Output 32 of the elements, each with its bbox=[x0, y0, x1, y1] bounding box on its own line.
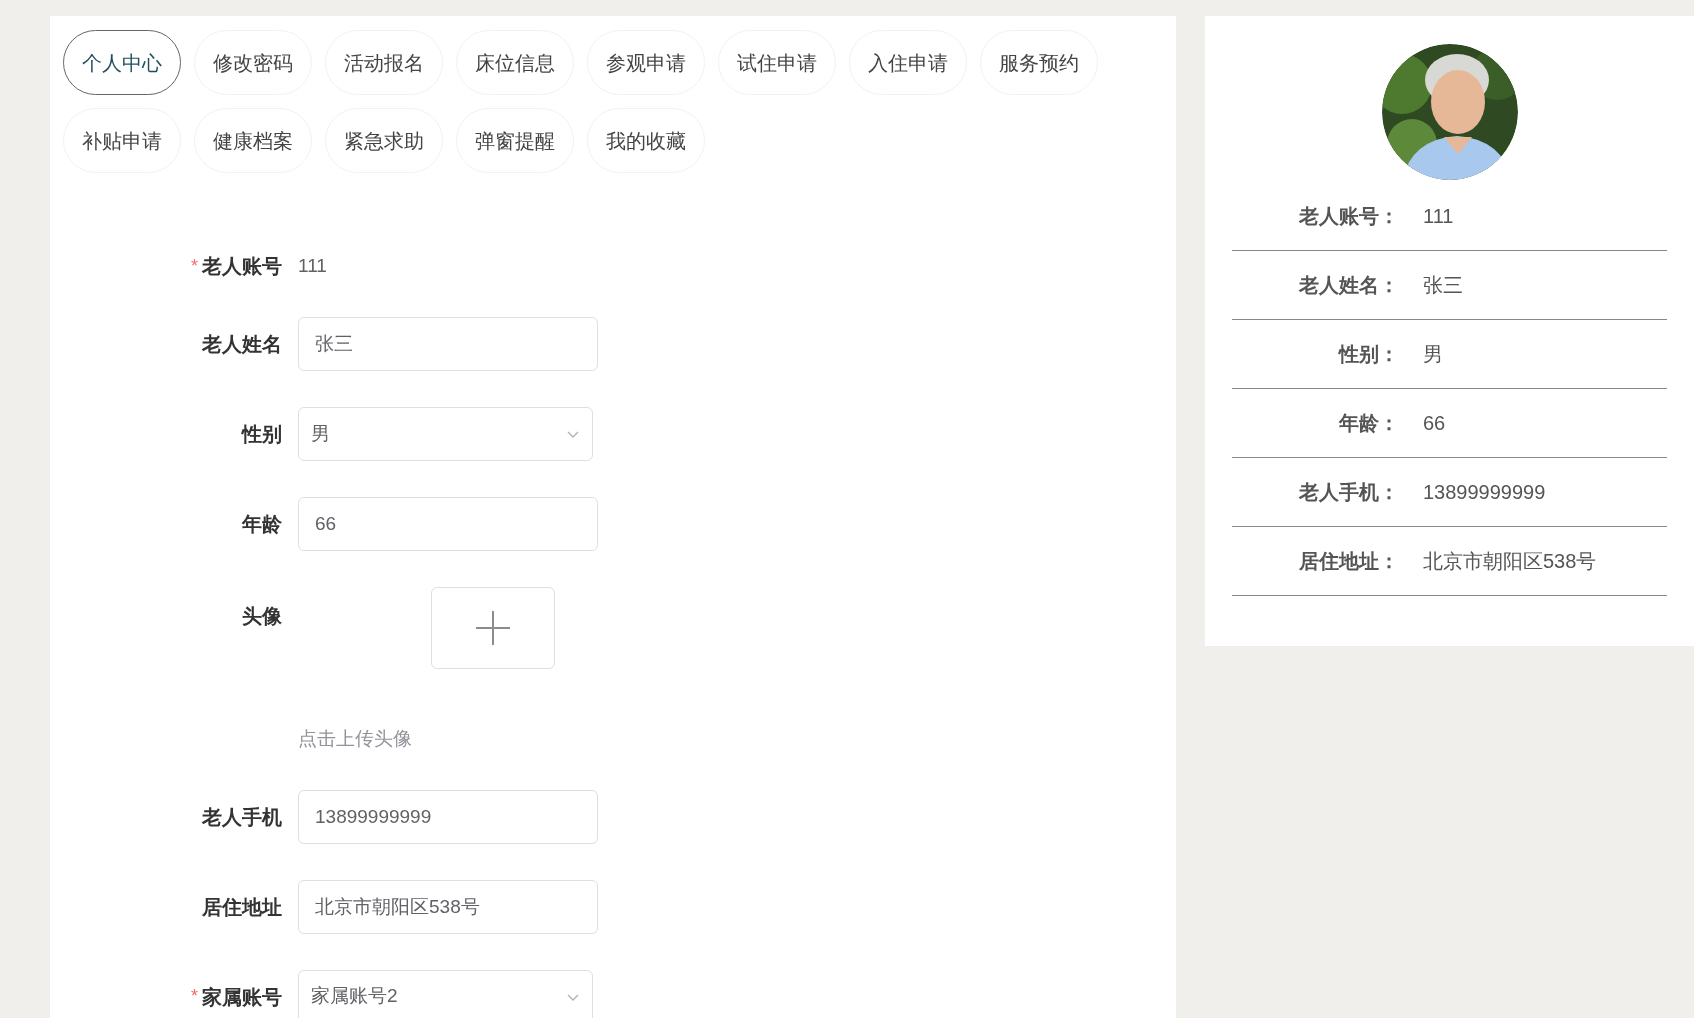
field-label: 老人账号 bbox=[202, 254, 282, 279]
profile-label: 年龄： bbox=[1337, 411, 1399, 436]
profile-value: 13899999999 bbox=[1423, 480, 1546, 505]
profile-label: 老人姓名： bbox=[1298, 273, 1399, 298]
field-label: 老人姓名 bbox=[202, 332, 282, 357]
profile-label: 老人手机： bbox=[1298, 480, 1399, 505]
profile-value: 66 bbox=[1423, 411, 1446, 436]
profile-label: 居住地址： bbox=[1298, 549, 1399, 574]
field-label: 性别 bbox=[242, 422, 282, 447]
required-mark: * bbox=[191, 254, 198, 278]
field-label: 老人手机 bbox=[202, 804, 282, 830]
field-label: 居住地址 bbox=[202, 894, 282, 920]
profile-label: 性别： bbox=[1337, 342, 1399, 367]
profile-label: 老人账号： bbox=[1298, 204, 1399, 229]
account-value: 111 bbox=[298, 253, 327, 278]
profile-value: 111 bbox=[1423, 204, 1454, 229]
field-label: 头像 bbox=[242, 604, 282, 629]
text-input[interactable]: 北京市朝阳区538号 bbox=[298, 879, 598, 934]
upload-button[interactable] bbox=[431, 587, 555, 669]
text-input[interactable]: 张三 bbox=[298, 317, 598, 371]
plus-icon bbox=[474, 609, 512, 647]
select-field[interactable]: 男 bbox=[298, 407, 593, 461]
select-field[interactable]: 家属账号2 bbox=[298, 969, 593, 1018]
profile-value: 张三 bbox=[1423, 273, 1463, 298]
required-mark: * bbox=[191, 985, 198, 1008]
field-label: 年龄 bbox=[242, 512, 282, 537]
text-input[interactable]: 13899999999 bbox=[298, 789, 598, 844]
field-label: 家属账号 bbox=[202, 984, 282, 1010]
text-input[interactable]: 66 bbox=[298, 497, 598, 551]
upload-hint: 点击上传头像 bbox=[298, 727, 413, 751]
profile-value: 男 bbox=[1423, 342, 1443, 367]
profile-value: 北京市朝阳区538号 bbox=[1423, 549, 1597, 574]
